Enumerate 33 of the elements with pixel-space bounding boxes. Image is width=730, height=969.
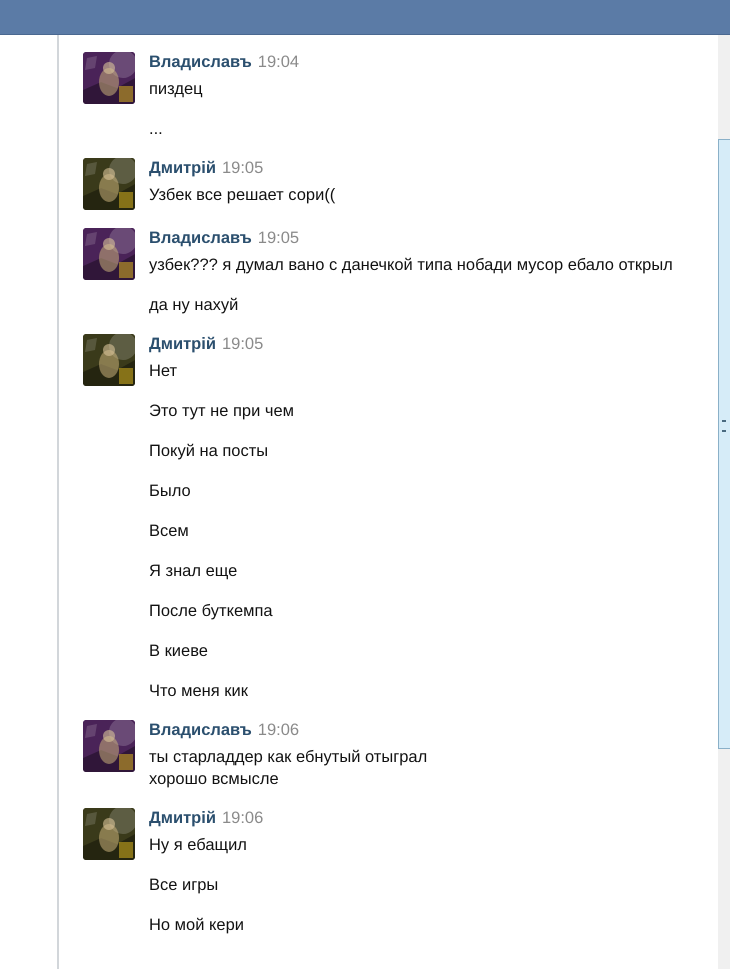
message-time: 19:04: [258, 53, 300, 71]
message-text: Узбек все решает сори((: [149, 185, 336, 206]
message-text: узбек??? я думал вано с данечкой типа нобади мусор ебало открыл: [149, 255, 673, 276]
author-name[interactable]: Дмитрій: [149, 159, 216, 177]
message-time: 19:05: [222, 159, 264, 177]
message-text: пиздец: [149, 79, 204, 100]
message-text: Ну я ебащил: [149, 835, 248, 856]
scrollbar-thumb[interactable]: [718, 139, 730, 749]
message-text: Я знал еще: [149, 561, 238, 582]
message-text: хорошо всмысле: [149, 769, 280, 790]
message-text: Было: [149, 481, 192, 502]
message-text: ...: [149, 119, 164, 140]
author-name[interactable]: Владиславъ: [149, 721, 252, 739]
message-text: да ну нахуй: [149, 295, 240, 316]
message-text: Что меня кик: [149, 681, 249, 702]
message-text: Это тут не при чем: [149, 401, 294, 422]
message-time: 19:06: [222, 809, 264, 827]
message-time: 19:06: [258, 721, 300, 739]
message-time: 19:05: [222, 335, 264, 353]
message-text: Нет: [149, 361, 178, 382]
message-text: После буткемпа: [149, 601, 274, 622]
message-text: Всем: [149, 521, 190, 542]
author-name[interactable]: Дмитрій: [149, 335, 216, 353]
author-name[interactable]: Владиславъ: [149, 53, 252, 71]
message-time: 19:05: [258, 229, 300, 247]
message-text: Но мой кери: [149, 915, 245, 936]
message-text: ты старладдер как ебнутый отыграл: [149, 747, 428, 768]
author-name[interactable]: Дмитрій: [149, 809, 216, 827]
message-text: Все игры: [149, 875, 220, 896]
message-text: Покуй на посты: [149, 441, 270, 462]
message-text: В киеве: [149, 641, 209, 662]
author-name[interactable]: Владиславъ: [149, 229, 252, 247]
scrollbar[interactable]: [718, 35, 730, 969]
